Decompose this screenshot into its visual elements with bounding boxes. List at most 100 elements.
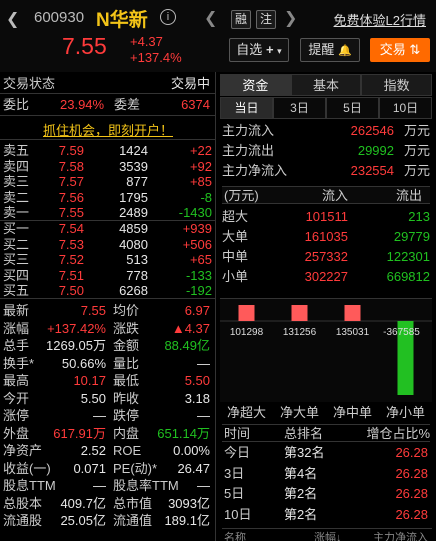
info-icon[interactable]: i (160, 9, 176, 25)
stat-label: 最高 (3, 373, 30, 388)
buy-order-price[interactable]: 7.54 (59, 220, 84, 237)
flow-out-value: 213 (408, 209, 430, 224)
buy-order-change: +506 (182, 236, 212, 252)
buy-order-row: 买二 7.53 4080 +506 (0, 236, 216, 253)
rank-row: 3日 第4名 26.28 (222, 465, 432, 483)
l2-trial-link[interactable]: 免费体验L2行情 (334, 10, 426, 29)
stat-label: 涨幅 (3, 320, 30, 336)
sell-order-change: +92 (189, 158, 212, 174)
stat-value: 617.91万 (53, 425, 106, 441)
trade-status-row: 交易状态 交易中 (0, 75, 216, 92)
flow-label: 主力流入 (222, 123, 275, 138)
sell-order-row: 卖二 7.56 1795 -8 (0, 189, 216, 206)
order-book-panel: 交易状态 交易中 委比 23.94% 委差 6374 抓住机会，即刻开户！ 卖五… (0, 72, 216, 541)
stat-value: 26.47 (177, 460, 210, 476)
stat-label: 换手* (3, 355, 35, 371)
sell-order-change: +22 (189, 143, 212, 158)
rank-position: 第2名 (284, 506, 318, 522)
tab-0[interactable]: 资金 (220, 74, 291, 96)
stat-value: +137.42% (47, 320, 106, 336)
buy-order-change: -192 (185, 283, 212, 298)
stat-value: 5.50 (80, 390, 106, 406)
period-tab-3[interactable]: 10日 (379, 97, 432, 119)
period-tab-1[interactable]: 3日 (273, 97, 326, 119)
sell-order-price[interactable]: 7.55 (59, 204, 84, 221)
buy-order-row: 买三 7.52 513 +65 (0, 251, 216, 268)
stat-row: 外盘 617.91万 内盘 651.14万 (0, 425, 216, 442)
rank-percent: 26.28 (395, 465, 428, 481)
stat-row: 收益(一) 0.071 PE(动)* 26.47 (0, 460, 216, 477)
weibi-value: 23.94% (60, 97, 105, 112)
prev-stock-icon[interactable]: ❮ (204, 8, 217, 28)
registration-badge: 注 (256, 10, 276, 29)
stat-value: 1269.05万 (46, 338, 106, 353)
alert-label: 提醒 (308, 42, 335, 57)
weicha-label: 委差 (114, 97, 141, 112)
period-tab-2[interactable]: 5日 (326, 97, 379, 119)
sell-order-change: -8 (200, 189, 212, 205)
weicha-value: 6374 (181, 97, 210, 112)
stat-value: — (93, 408, 106, 423)
rank-position: 第32名 (284, 445, 325, 460)
next-stock-icon[interactable]: ❯ (284, 8, 297, 28)
stat-label: 总股本 (3, 495, 43, 511)
stat-row: 涨停 — 跌停 — (0, 407, 216, 424)
main-flow-row: 主力流出 29992 万元 (222, 142, 432, 160)
tab-1[interactable]: 基本 (290, 74, 362, 96)
sell-order-price[interactable]: 7.57 (59, 173, 84, 190)
stat-row: 总手 1269.05万 金额 88.49亿 (0, 337, 216, 354)
period-tabs: 当日 3日 5日 10日 (220, 97, 432, 119)
stat-label: 流通值 (113, 513, 153, 528)
buy-order-price[interactable]: 7.52 (59, 251, 84, 268)
flow-unit: 万元 (403, 143, 430, 158)
rank-total-header: 总排名 (284, 426, 324, 441)
net-flow-category-label: 净中单 (332, 405, 372, 420)
footer-change[interactable]: 涨幅↓ (314, 529, 342, 541)
stat-label: 涨停 (3, 408, 30, 423)
sell-order-label: 卖一 (3, 205, 30, 220)
right-tabs: 资金 基本 指数 (220, 74, 433, 96)
stat-value: — (197, 355, 210, 371)
flow-out-header: 流出 (396, 188, 423, 203)
order-ratio-row: 委比 23.94% 委差 6374 (0, 96, 216, 113)
trade-button[interactable]: 交易 ⇅ (370, 38, 430, 62)
net-flow-category-label: 净超大 (226, 405, 266, 420)
net-flow-category-label: 净小单 (385, 405, 425, 420)
trade-label: 交易 (379, 42, 406, 57)
stat-value: 10.17 (73, 373, 106, 388)
alert-button[interactable]: 提醒 🔔 (300, 38, 360, 62)
plus-icon: + (265, 42, 274, 57)
sell-order-change: +85 (189, 174, 212, 189)
main-flow-row: 主力流入 262546 万元 (222, 122, 432, 140)
stat-label: 净资产 (3, 443, 43, 458)
sell-order-price[interactable]: 7.59 (59, 142, 84, 159)
sector-footer: 名称 涨幅↓ 主力净流入 (222, 528, 432, 541)
stat-label: 今开 (3, 390, 30, 406)
sell-order-label: 卖五 (3, 143, 30, 158)
buy-order-price[interactable]: 7.51 (59, 267, 84, 284)
buy-order-volume: 4080 (119, 236, 148, 252)
buy-order-row: 买五 7.50 6268 -192 (0, 282, 216, 299)
buy-order-price[interactable]: 7.53 (59, 236, 84, 253)
add-watchlist-button[interactable]: 自选 + ▾ (229, 38, 289, 62)
flow-row-label: 中单 (222, 249, 249, 264)
sell-order-price[interactable]: 7.58 (59, 158, 84, 175)
change-percent: +137.4% (130, 50, 182, 65)
buy-order-row: 买四 7.51 778 -133 (0, 267, 216, 284)
trade-status-label: 交易状态 (3, 76, 56, 91)
period-tab-0[interactable]: 当日 (220, 97, 273, 119)
buy-order-label: 买四 (3, 267, 30, 283)
net-flow-category-label: 净大单 (279, 405, 319, 420)
stat-label: 股息率TTM (113, 478, 179, 493)
buy-order-price[interactable]: 7.50 (59, 282, 84, 299)
net-flow-bar (344, 305, 361, 321)
buy-order-change: +65 (189, 252, 212, 267)
flow-value: 262546 (350, 123, 394, 138)
buy-order-label: 买五 (3, 283, 30, 298)
back-arrow-icon[interactable]: ❮ (6, 9, 19, 29)
tab-2[interactable]: 指数 (361, 74, 433, 96)
open-account-link[interactable]: 抓住机会，即刻开户！ (0, 120, 216, 139)
rank-percent: 26.28 (395, 486, 428, 501)
sell-order-price[interactable]: 7.56 (59, 189, 84, 206)
stat-label: 收益(一) (3, 460, 51, 476)
